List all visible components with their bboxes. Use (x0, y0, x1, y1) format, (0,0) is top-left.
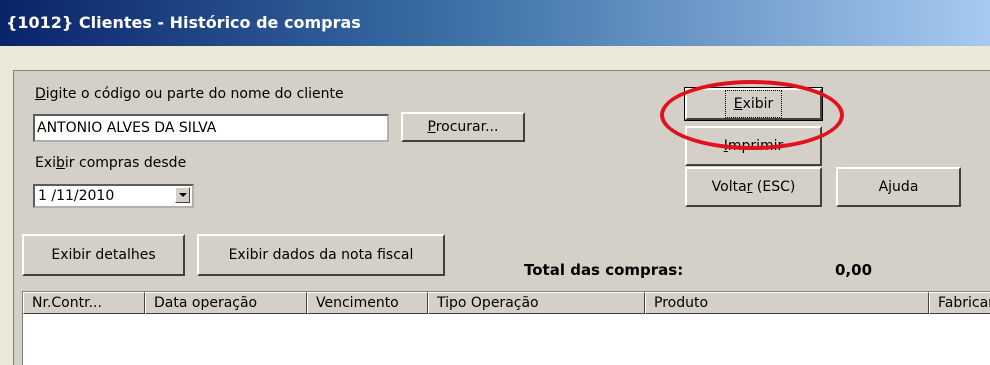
column-header-manufacturer[interactable]: Fabricant (929, 292, 990, 314)
customer-input[interactable]: ANTONIO ALVES DA SILVA (33, 114, 389, 142)
column-header-date[interactable]: Data operação (145, 292, 307, 314)
column-header-contract[interactable]: Nr.Contr... (23, 292, 145, 314)
since-date-picker[interactable]: 1 /11/2010 (33, 184, 194, 208)
total-value: 0,00 (835, 261, 873, 279)
print-button[interactable]: Imprimir (685, 126, 822, 166)
show-button[interactable]: Exibir (684, 87, 823, 121)
purchase-grid[interactable]: Nr.Contr... Data operação Vencimento Tip… (22, 291, 990, 365)
since-label: Exibir compras desde (35, 155, 187, 171)
back-button[interactable]: Voltar (ESC) (685, 167, 822, 207)
total-label: Total das compras: (524, 261, 684, 279)
chevron-down-icon[interactable] (175, 187, 190, 203)
window-title: {1012} Clientes - Histórico de compras (0, 0, 990, 46)
customer-label: Digite o código ou parte do nome do clie… (35, 86, 344, 102)
details-button[interactable]: Exibir detalhes (22, 234, 185, 276)
column-header-due[interactable]: Vencimento (307, 292, 428, 314)
invoice-button[interactable]: Exibir dados da nota fiscal (197, 234, 445, 276)
search-button[interactable]: Procurar... (401, 112, 525, 142)
help-button[interactable]: Ajuda (836, 167, 961, 207)
column-header-type[interactable]: Tipo Operação (428, 292, 645, 314)
column-header-product[interactable]: Produto (645, 292, 929, 314)
since-date-value: 1 /11/2010 (38, 188, 115, 204)
